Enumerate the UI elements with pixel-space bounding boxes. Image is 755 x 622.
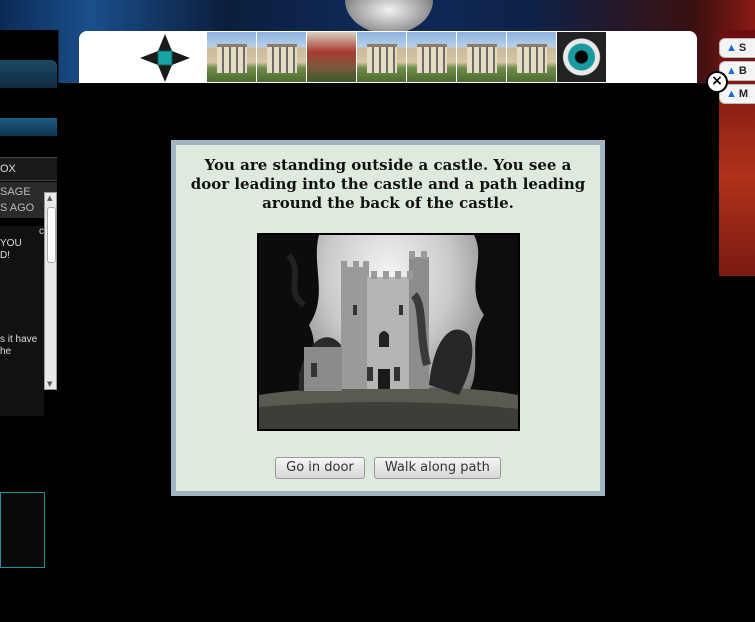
chat-line bbox=[0, 262, 44, 274]
thumbnail-building-icon[interactable] bbox=[357, 32, 407, 82]
triangle-icon: ▲ bbox=[726, 65, 737, 77]
chat-line: he bbox=[0, 346, 12, 357]
sidebar-tab[interactable] bbox=[0, 118, 57, 136]
chat-input-box[interactable] bbox=[0, 492, 45, 568]
chat-line: s it have bbox=[0, 334, 38, 345]
thumbnail-eye-icon[interactable] bbox=[557, 32, 607, 82]
go-in-door-button[interactable]: Go in door bbox=[275, 457, 365, 479]
scroll-down-arrow-icon[interactable]: ▼ bbox=[47, 380, 52, 388]
chat-line bbox=[0, 322, 44, 334]
chat-line bbox=[0, 286, 44, 298]
chat-line bbox=[0, 298, 44, 310]
compass-diamond-icon[interactable] bbox=[139, 33, 191, 83]
thumbnail-building-icon[interactable] bbox=[457, 32, 507, 82]
chatbox-messages: c YOU D! s it have he bbox=[0, 226, 44, 416]
chatbox-title: OX bbox=[0, 157, 57, 181]
chat-line: c bbox=[39, 226, 44, 237]
adventure-dialog: You are standing outside a castle. You s… bbox=[171, 140, 605, 496]
triangle-icon: ▲ bbox=[726, 42, 737, 54]
thumbnail-building-icon[interactable] bbox=[507, 32, 557, 82]
chat-line: D! bbox=[0, 250, 10, 261]
right-menu-button-label: B bbox=[738, 65, 747, 77]
dialog-message: You are standing outside a castle. You s… bbox=[190, 156, 586, 212]
chatbox-scrollbar[interactable]: ▲ ▼ bbox=[44, 192, 57, 390]
sidebar-tab[interactable] bbox=[0, 60, 57, 88]
dialog-choices: Go in door Walk along path bbox=[176, 456, 600, 479]
chat-line bbox=[0, 310, 44, 322]
right-menu-button-label: S bbox=[738, 42, 747, 54]
thumbnail-building-icon[interactable] bbox=[257, 32, 307, 82]
triangle-icon: ▲ bbox=[726, 88, 737, 100]
castle-scene-image bbox=[257, 233, 520, 431]
thumbnail-storefront-icon[interactable] bbox=[307, 32, 357, 82]
chat-line: YOU bbox=[0, 238, 22, 249]
scroll-up-arrow-icon[interactable]: ▲ bbox=[47, 194, 52, 202]
thumbnail-building-icon[interactable] bbox=[407, 32, 457, 82]
chat-line bbox=[0, 274, 44, 286]
thumbnail-building-icon[interactable] bbox=[207, 32, 257, 82]
scrollbar-thumb[interactable] bbox=[47, 207, 56, 263]
right-menu-button-label: M bbox=[738, 88, 749, 100]
walk-along-path-button[interactable]: Walk along path bbox=[373, 457, 501, 479]
right-menu-button[interactable]: ▲ S bbox=[719, 38, 755, 58]
close-icon[interactable]: × bbox=[706, 71, 728, 93]
